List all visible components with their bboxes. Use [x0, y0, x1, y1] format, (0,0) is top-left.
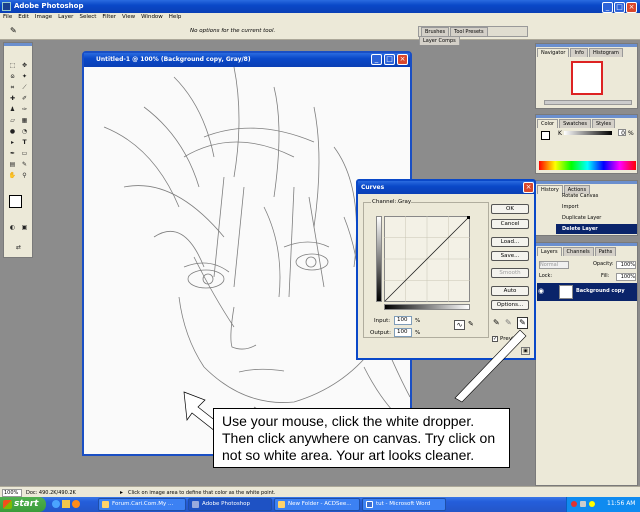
tray-icon-3[interactable] [589, 501, 595, 507]
task-acdsee[interactable]: New Folder - ACDSee... [274, 498, 360, 511]
tutorial-callout: Use your mouse, click the white dropper.… [213, 408, 510, 468]
photoshop-task-icon [192, 501, 199, 508]
task-forum[interactable]: Forum.Cari.Com.My ... [98, 498, 186, 511]
word-icon [366, 501, 373, 508]
folder-icon[interactable] [62, 500, 70, 508]
task-photoshop[interactable]: Adobe Photoshop [188, 498, 272, 511]
ie-icon[interactable] [52, 500, 60, 508]
clock: 11:56 AM [607, 500, 636, 507]
folder-task-icon [278, 501, 285, 508]
quicklaunch [52, 500, 96, 510]
tray-icon[interactable] [571, 501, 577, 507]
start-label: start [14, 499, 39, 509]
windows-logo-icon [3, 500, 12, 509]
media-icon[interactable] [72, 500, 80, 508]
status-doc-size: Doc: 490.2K/490.2K [26, 490, 76, 496]
system-tray: 11:56 AM [566, 497, 640, 512]
status-hint: Click on image area to define that color… [128, 490, 276, 496]
callout-text: Use your mouse, click the white dropper.… [222, 413, 496, 463]
task-word[interactable]: tut - Microsoft Word [362, 498, 446, 511]
status-zoom[interactable]: 100% [2, 489, 22, 497]
browser-icon [102, 501, 109, 508]
status-arrow-icon[interactable]: ▸ [120, 489, 123, 496]
tray-icon-2[interactable] [580, 501, 586, 507]
